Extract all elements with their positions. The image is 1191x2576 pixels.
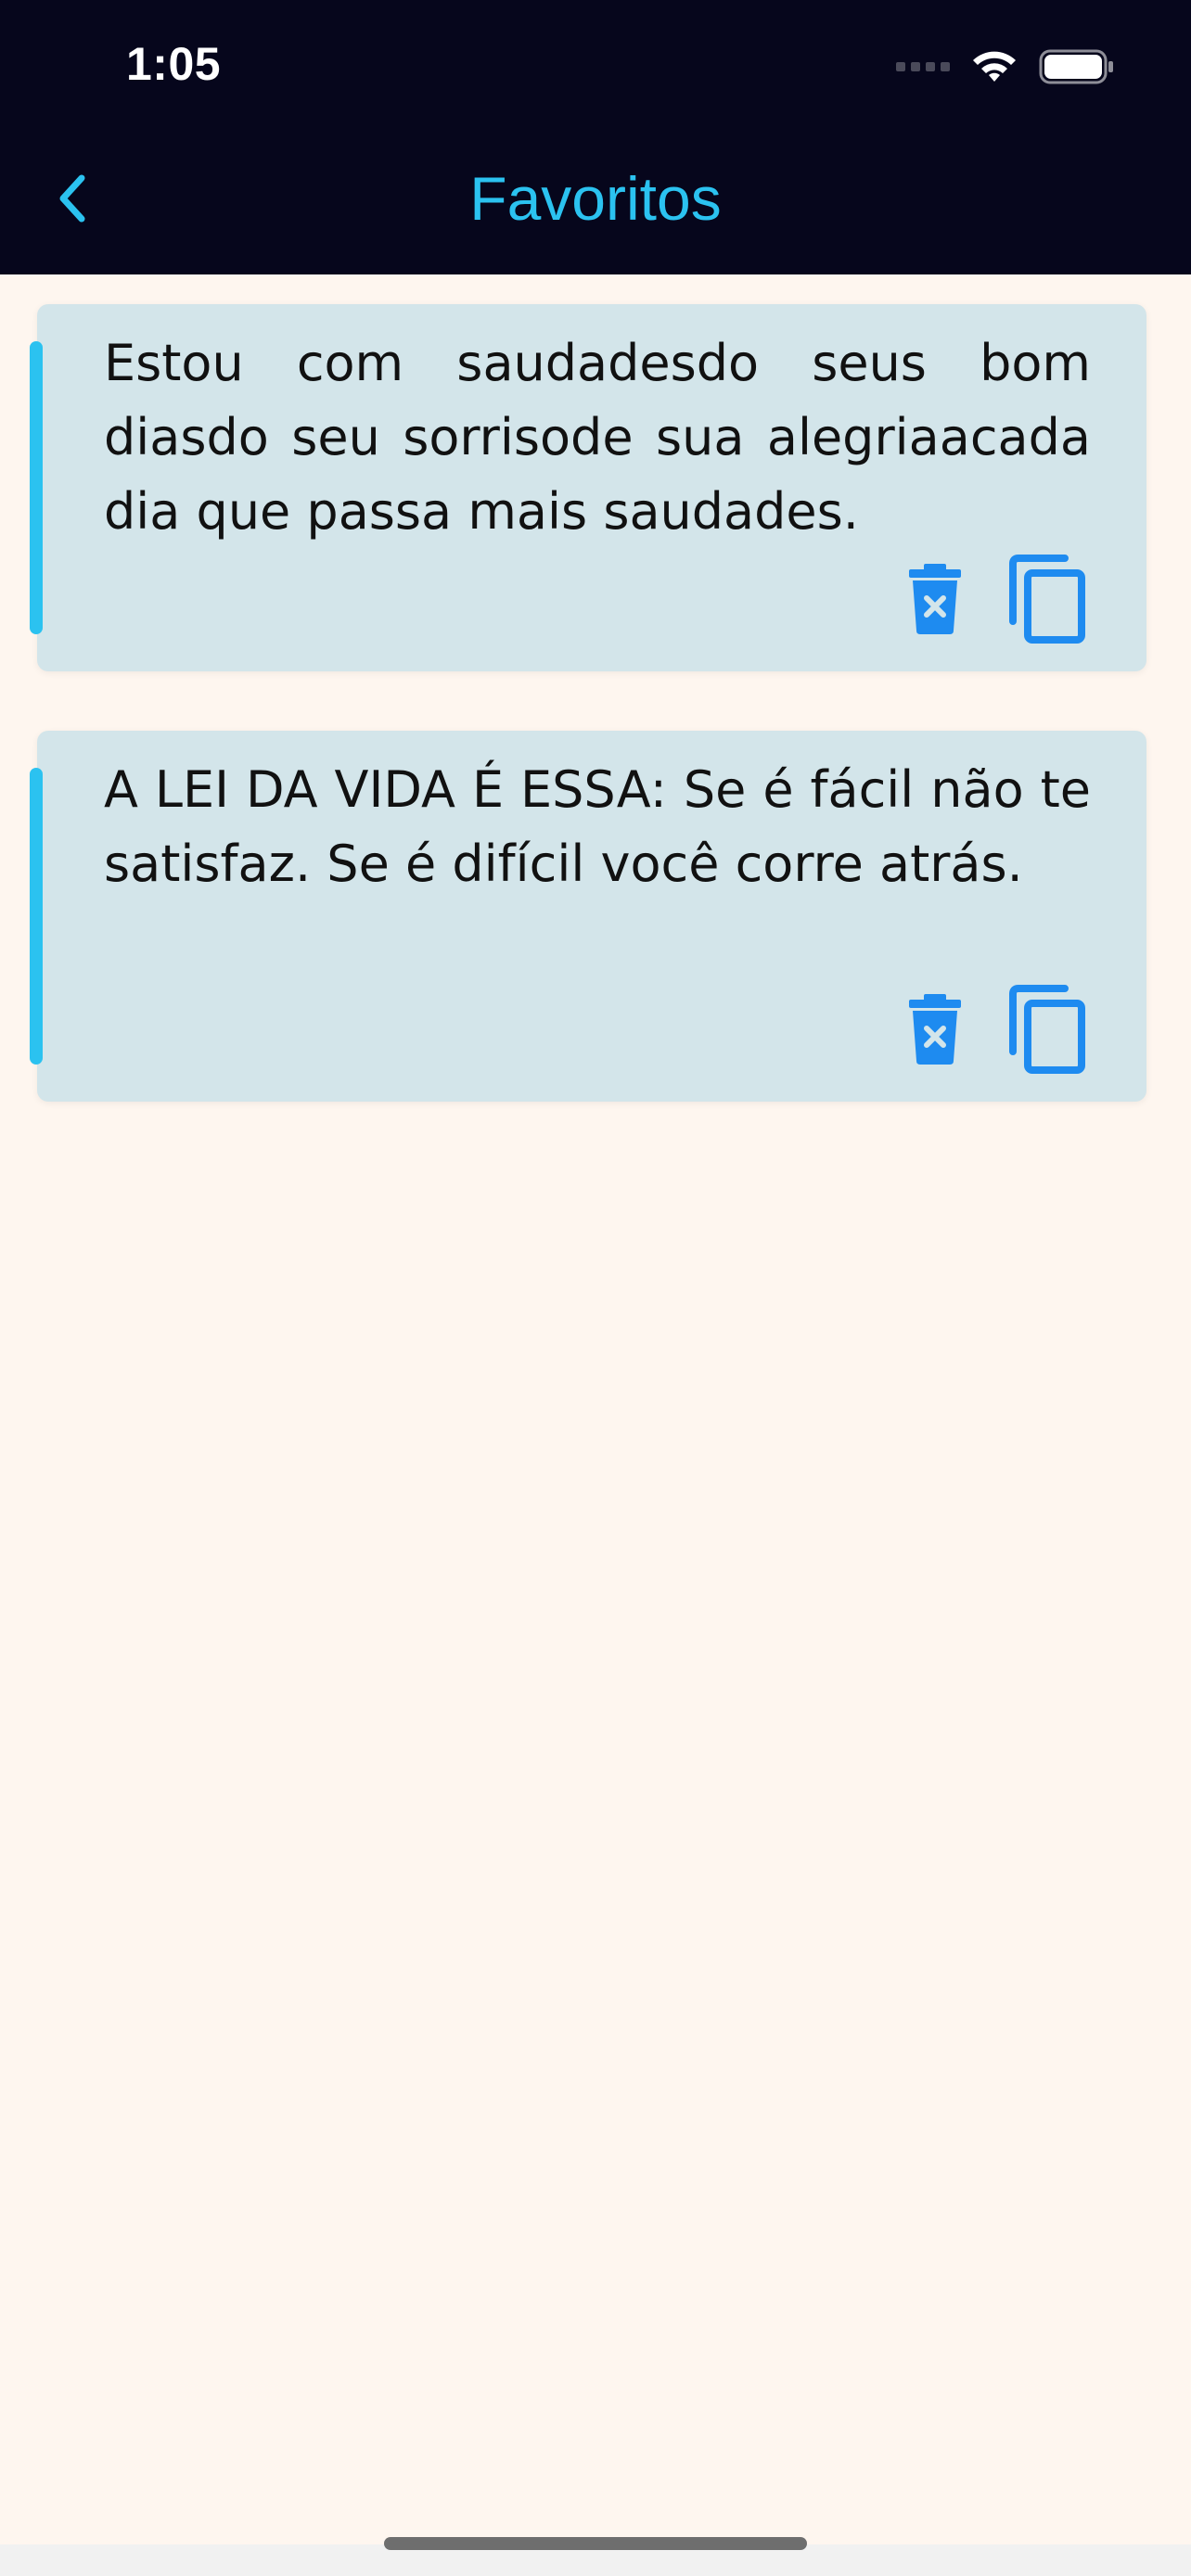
status-time: 1:05	[126, 38, 222, 90]
battery-icon	[1039, 49, 1113, 84]
cellular-dots-icon	[896, 62, 950, 71]
copy-icon	[1009, 985, 1085, 1074]
copy-button[interactable]	[1007, 555, 1087, 644]
favorite-card: Estou com saudadesdo seus bom diasdo seu…	[30, 304, 1146, 671]
status-indicators	[896, 45, 1115, 89]
wifi-icon	[973, 51, 1016, 82]
trash-x-icon	[909, 994, 961, 1065]
favorite-text: A LEI DA VIDA É ESSA: Se é fácil não te …	[104, 760, 1091, 893]
favorite-card: A LEI DA VIDA É ESSA: Se é fácil não te …	[30, 731, 1146, 1102]
copy-icon	[1009, 555, 1085, 644]
top-bar: 1:05 Favoritos	[0, 0, 1191, 274]
copy-button[interactable]	[1007, 985, 1087, 1074]
card-accent-bar	[30, 341, 43, 634]
delete-button[interactable]	[907, 992, 963, 1066]
card-actions	[907, 555, 1087, 644]
page-title: Favoritos	[469, 164, 722, 233]
favorite-text: Estou com saudadesdo seus bom diasdo seu…	[104, 334, 1091, 541]
card-accent-bar	[30, 768, 43, 1065]
home-indicator[interactable]	[384, 2537, 807, 2550]
trash-x-icon	[909, 564, 961, 634]
delete-button[interactable]	[907, 562, 963, 636]
card-actions	[907, 985, 1087, 1074]
